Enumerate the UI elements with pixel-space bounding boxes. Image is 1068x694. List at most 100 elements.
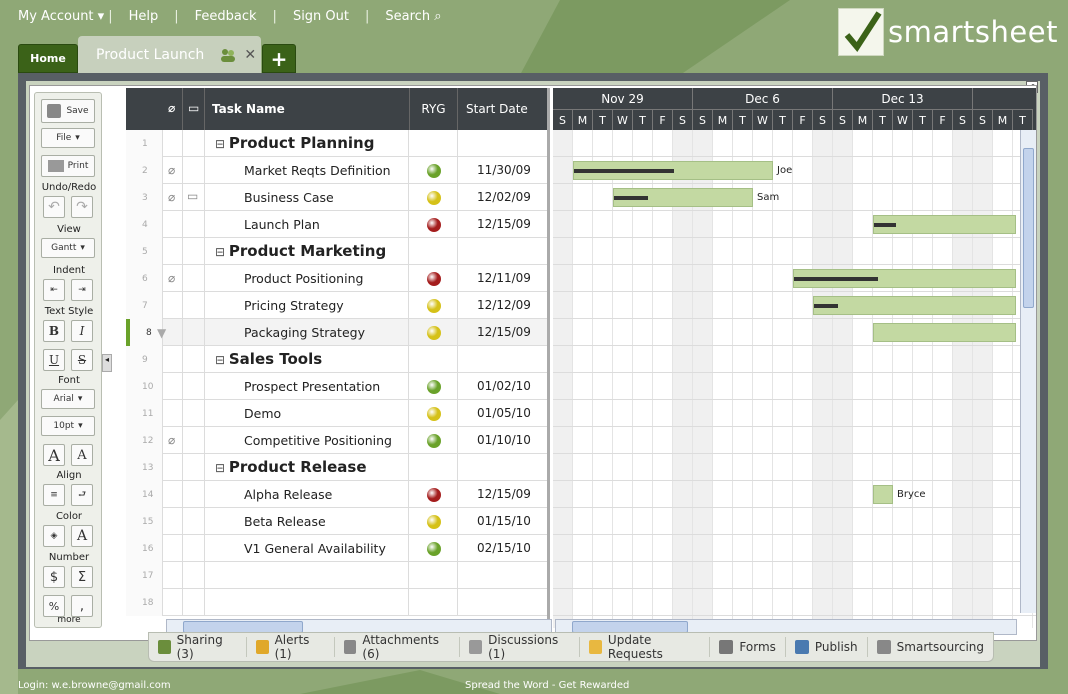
task-name-header[interactable]: Task Name <box>212 102 285 116</box>
ryg-cell[interactable] <box>409 589 458 616</box>
row-number[interactable]: 2 <box>126 157 163 184</box>
attachment-cell[interactable] <box>163 454 183 481</box>
ryg-cell[interactable] <box>409 292 458 319</box>
task-name-cell[interactable]: Packaging Strategy <box>205 319 409 346</box>
start-date-cell[interactable]: 01/02/10 <box>458 373 547 400</box>
task-name-cell[interactable] <box>205 589 409 616</box>
table-row[interactable]: 11 Demo 01/05/10 <box>126 400 547 427</box>
feedback-link[interactable]: Feedback <box>195 9 257 24</box>
discussions-button[interactable]: Discussions (1) <box>460 633 581 661</box>
row-menu-icon[interactable]: ▼ <box>157 326 166 340</box>
gantt-bar[interactable] <box>873 485 893 504</box>
italic-button[interactable]: I <box>71 320 93 342</box>
row-number[interactable]: 6 <box>126 265 163 292</box>
attachment-cell[interactable] <box>163 292 183 319</box>
attachments-button[interactable]: Attachments (6) <box>335 633 461 661</box>
currency-button[interactable]: $ <box>43 566 65 588</box>
collapse-toggle-icon[interactable]: ⊟ <box>215 137 229 151</box>
attachment-cell[interactable]: ⌀ <box>163 157 183 184</box>
task-name-cell[interactable]: Launch Plan <box>205 211 409 238</box>
table-row[interactable]: 9 ⊟ Sales Tools <box>126 346 547 373</box>
file-menu-button[interactable]: File ▾ <box>41 128 95 148</box>
undo-button[interactable]: ↶ <box>43 196 65 218</box>
table-row[interactable]: 13 ⊟ Product Release <box>126 454 547 481</box>
sum-button[interactable]: Σ <box>71 566 93 588</box>
tab-product-launch[interactable]: Product Launch ✕ <box>78 36 261 74</box>
gantt-bar[interactable] <box>793 269 1016 288</box>
comment-cell[interactable] <box>183 292 205 319</box>
row-number[interactable]: 3 <box>126 184 163 211</box>
comment-cell[interactable] <box>183 238 205 265</box>
comment-cell[interactable] <box>183 130 205 157</box>
attachment-cell[interactable] <box>163 211 183 238</box>
comment-cell[interactable] <box>183 319 205 346</box>
gantt-bar[interactable] <box>873 215 1016 234</box>
fill-color-button[interactable]: ◈ <box>43 525 65 547</box>
search-link[interactable]: Search ⌕ <box>385 9 441 24</box>
start-date-cell[interactable]: 01/05/10 <box>458 400 547 427</box>
attachment-cell[interactable] <box>163 130 183 157</box>
start-date-cell[interactable]: 12/15/09 <box>458 211 547 238</box>
comment-cell[interactable] <box>183 265 205 292</box>
underline-button[interactable]: U <box>43 349 65 371</box>
indent-button[interactable]: ⇥ <box>71 279 93 301</box>
ryg-cell[interactable] <box>409 184 458 211</box>
table-row[interactable]: 3 ⌀ ▭ Business Case 12/02/09 <box>126 184 547 211</box>
attachment-cell[interactable] <box>163 400 183 427</box>
task-name-cell[interactable]: ⊟ Product Marketing <box>205 238 409 265</box>
ryg-cell[interactable] <box>409 265 458 292</box>
attachment-cell[interactable] <box>163 508 183 535</box>
update-requests-button[interactable]: Update Requests <box>580 633 711 661</box>
gantt-bar[interactable] <box>873 323 1016 342</box>
table-row[interactable]: 10 Prospect Presentation 01/02/10 <box>126 373 547 400</box>
attachment-cell[interactable] <box>163 589 183 616</box>
start-date-cell[interactable]: 12/15/09 <box>458 481 547 508</box>
ryg-header[interactable]: RYG <box>409 88 458 130</box>
alerts-button[interactable]: Alerts (1) <box>247 633 335 661</box>
strikethrough-button[interactable]: S <box>71 349 93 371</box>
text-color-button[interactable]: A <box>71 525 93 547</box>
task-name-cell[interactable]: Prospect Presentation <box>205 373 409 400</box>
start-date-cell[interactable]: 12/12/09 <box>458 292 547 319</box>
gantt-bar[interactable] <box>613 188 753 207</box>
start-date-header[interactable]: Start Date <box>466 102 528 116</box>
add-tab-button[interactable]: + <box>262 44 296 73</box>
start-date-cell[interactable]: 01/15/10 <box>458 508 547 535</box>
comment-cell[interactable] <box>183 373 205 400</box>
ryg-cell[interactable] <box>409 508 458 535</box>
ryg-cell[interactable] <box>409 211 458 238</box>
attachment-cell[interactable] <box>163 373 183 400</box>
vertical-scroll-thumb[interactable] <box>1023 148 1034 308</box>
comment-cell[interactable] <box>183 535 205 562</box>
start-date-cell[interactable] <box>458 130 547 157</box>
ryg-cell[interactable] <box>409 373 458 400</box>
thousands-separator-button[interactable]: , <box>71 595 93 617</box>
table-row[interactable]: 2 ⌀ Market Reqts Definition 11/30/09 <box>126 157 547 184</box>
table-row[interactable]: 15 Beta Release 01/15/10 <box>126 508 547 535</box>
start-date-cell[interactable]: 12/15/09 <box>458 319 547 346</box>
attachment-cell[interactable] <box>163 562 183 589</box>
start-date-cell[interactable] <box>458 346 547 373</box>
row-number[interactable]: 18 <box>126 589 163 616</box>
row-number[interactable]: 4 <box>126 211 163 238</box>
ryg-cell[interactable] <box>409 535 458 562</box>
attachment-cell[interactable]: ⌀ <box>163 265 183 292</box>
task-name-cell[interactable]: Alpha Release <box>205 481 409 508</box>
ryg-cell[interactable] <box>409 346 458 373</box>
attachment-cell[interactable] <box>163 481 183 508</box>
start-date-cell[interactable]: 02/15/10 <box>458 535 547 562</box>
ryg-cell[interactable] <box>409 427 458 454</box>
table-row[interactable]: 17 <box>126 562 547 589</box>
table-row[interactable]: 16 V1 General Availability 02/15/10 <box>126 535 547 562</box>
comment-cell[interactable] <box>183 211 205 238</box>
comment-cell[interactable] <box>183 508 205 535</box>
attachment-cell[interactable]: ⌀ <box>163 184 183 211</box>
ryg-cell[interactable] <box>409 157 458 184</box>
font-size-select[interactable]: 10pt ▾ <box>41 416 95 436</box>
task-name-cell[interactable]: Business Case <box>205 184 409 211</box>
table-row[interactable]: 7 Pricing Strategy 12/12/09 <box>126 292 547 319</box>
vertical-scrollbar[interactable] <box>1020 130 1036 613</box>
row-number[interactable]: 14 <box>126 481 163 508</box>
task-name-cell[interactable] <box>205 562 409 589</box>
row-number[interactable]: 5 <box>126 238 163 265</box>
